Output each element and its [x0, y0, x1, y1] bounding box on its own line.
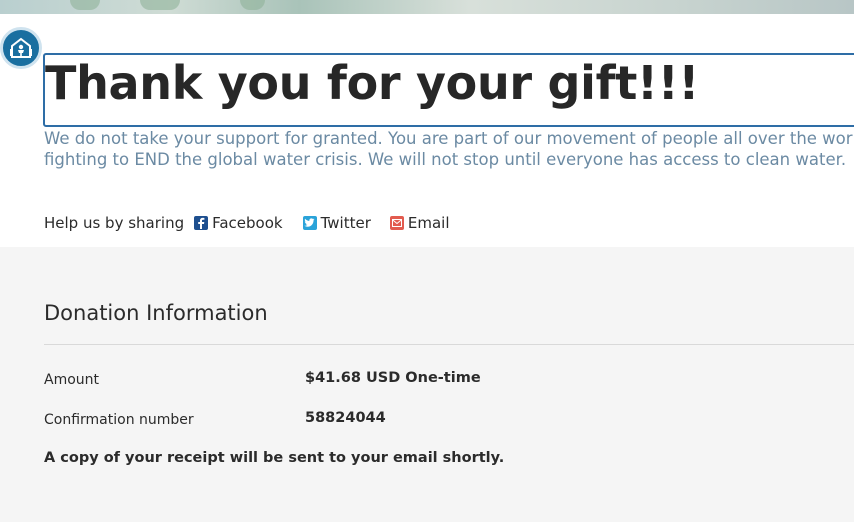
hero-image-strip	[0, 0, 854, 14]
share-facebook-link[interactable]: Facebook	[194, 214, 283, 232]
accessibility-icon	[10, 37, 32, 58]
share-twitter-label: Twitter	[320, 214, 371, 232]
section-divider	[44, 344, 854, 345]
share-facebook-label: Facebook	[212, 214, 283, 232]
donation-info-heading: Donation Information	[44, 301, 268, 325]
share-bar: Help us by sharing Facebook Twitter Emai…	[44, 212, 450, 234]
amount-label: Amount	[44, 372, 100, 388]
receipt-notice: A copy of your receipt will be sent to y…	[44, 450, 505, 466]
hero-foliage	[140, 0, 180, 10]
share-email-link[interactable]: Email	[389, 214, 450, 232]
thank-you-message-line-2: fighting to END the global water crisis.…	[44, 150, 847, 169]
share-twitter-link[interactable]: Twitter	[302, 214, 371, 232]
twitter-icon	[302, 216, 317, 230]
hero-foliage	[240, 0, 265, 10]
hero-foliage	[70, 0, 100, 10]
page-title: Thank you for your gift!!!	[45, 56, 700, 110]
amount-value: $41.68 USD One-time	[305, 370, 481, 386]
envelope-icon	[389, 216, 404, 230]
confirmation-number-label: Confirmation number	[44, 412, 194, 428]
accessibility-button[interactable]	[0, 27, 42, 69]
share-label: Help us by sharing	[44, 214, 185, 232]
confirmation-number-value: 58824044	[305, 410, 386, 426]
facebook-icon	[194, 216, 209, 230]
share-email-label: Email	[407, 214, 450, 232]
thank-you-message: We do not take your support for granted.…	[44, 128, 854, 170]
thank-you-message-line-1: We do not take your support for granted.…	[44, 129, 854, 148]
